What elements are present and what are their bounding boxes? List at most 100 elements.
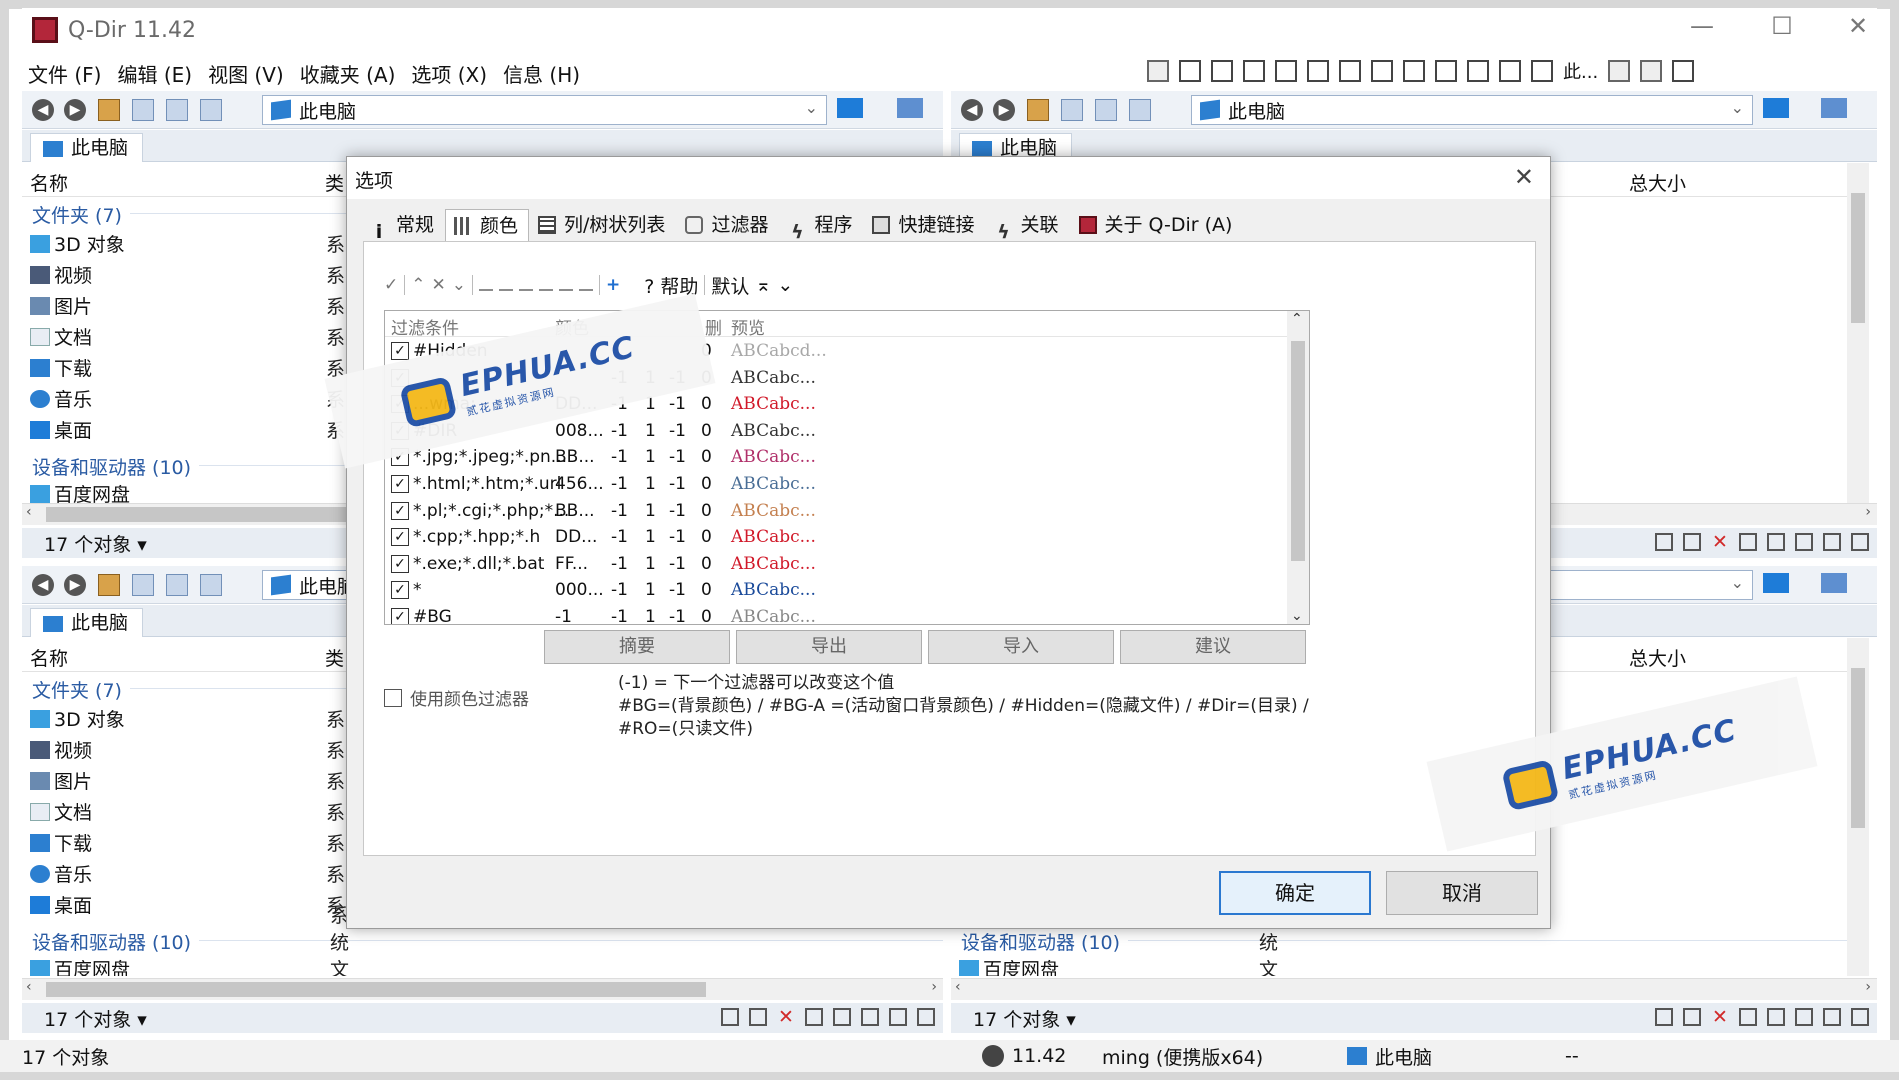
delete-icon[interactable]: ✕ <box>1711 1008 1729 1027</box>
table-row[interactable]: ✓ *.pl;*.cgi;*.php;*... BB... -1 1 -1 0 ABCabc.… <box>385 498 1290 525</box>
properties-icon[interactable] <box>1851 1008 1869 1026</box>
list-item[interactable]: 视频系 <box>30 737 345 762</box>
layout-2x2-icon[interactable] <box>1211 60 1233 82</box>
vertical-scrollbar[interactable] <box>1847 638 1869 976</box>
vertical-scrollbar[interactable] <box>1847 163 1869 503</box>
remove-icon[interactable]: ✕ <box>432 275 446 295</box>
tab-colors[interactable]: 颜色 <box>445 209 530 241</box>
delete-icon[interactable]: ✕ <box>777 1008 795 1027</box>
object-count[interactable]: 17 个对象 ▾ <box>44 1005 147 1032</box>
group-folders[interactable]: 文件夹 (7) <box>32 676 943 703</box>
check-icon[interactable]: ✓ <box>384 275 398 295</box>
import-button[interactable]: 导入 <box>928 630 1114 664</box>
sort-icon[interactable]: ⌅ ⌄ <box>755 274 793 296</box>
table-row[interactable]: ✓ *.exe;*.dll;*.bat FF... -1 1 -1 0 ABCabc... <box>385 551 1290 578</box>
bolt-icon[interactable] <box>1655 1008 1673 1026</box>
add-filter-icon[interactable]: + <box>606 275 620 295</box>
forward-icon[interactable]: ▶ <box>64 98 86 121</box>
row-checkbox[interactable]: ✓ <box>391 554 409 573</box>
table-row[interactable]: ✓ #BG -1 -1 1 -1 0 ABCabc... <box>385 604 1290 624</box>
menu-file[interactable]: 文件 (F) <box>28 59 101 88</box>
row-checkbox[interactable]: ✓ <box>391 475 409 493</box>
up-folder-icon[interactable] <box>98 573 120 596</box>
view-button[interactable] <box>837 98 863 118</box>
header-filter[interactable]: 过滤条件 <box>391 314 459 339</box>
row-checkbox[interactable]: ✓ <box>391 528 409 547</box>
font-icon[interactable] <box>579 279 593 291</box>
column-name[interactable]: 名称 <box>30 644 68 671</box>
view-mode-icon[interactable] <box>166 573 188 596</box>
group-drives[interactable]: 设备和驱动器 (10) <box>32 453 943 480</box>
group-folders[interactable]: 文件夹 (7) <box>32 201 943 228</box>
pc-button[interactable] <box>1821 573 1847 593</box>
tab-this-pc[interactable]: 此电脑 <box>30 133 144 162</box>
row-checkbox[interactable]: ✓ <box>391 581 409 600</box>
edit-icon[interactable] <box>1823 1008 1841 1026</box>
layout-11-icon[interactable] <box>1499 60 1521 82</box>
tab-programs[interactable]: ϟ 程序 <box>779 209 863 243</box>
this-pc-shortcut[interactable]: 此... <box>1563 58 1598 84</box>
mail-icon[interactable] <box>749 1008 767 1026</box>
export-button[interactable]: 导出 <box>736 630 922 664</box>
column-name[interactable]: 名称 <box>30 169 68 196</box>
menu-edit[interactable]: 编辑 (E) <box>117 59 192 88</box>
tab-columns[interactable]: 列/树状列表 <box>529 209 676 241</box>
layout-6-icon[interactable] <box>1339 60 1361 82</box>
tab-filter[interactable]: 过滤器 <box>676 209 779 241</box>
horizontal-scrollbar[interactable]: ‹› <box>22 978 943 1000</box>
window-icon[interactable] <box>1672 60 1695 82</box>
tools-icon[interactable] <box>1640 60 1663 82</box>
properties-icon[interactable] <box>917 1008 935 1026</box>
summary-button[interactable]: 摘要 <box>544 630 730 664</box>
color-picker-icon[interactable] <box>479 279 493 291</box>
back-icon[interactable]: ◀ <box>32 98 54 121</box>
column-type[interactable]: 类 <box>325 644 344 671</box>
forward-icon[interactable]: ▶ <box>64 573 86 596</box>
mail-icon[interactable] <box>1683 1008 1701 1026</box>
list-item[interactable]: 3D 对象系 <box>30 706 345 731</box>
strike-icon[interactable] <box>559 279 573 291</box>
address-bar[interactable]: 此电脑 ⌄ <box>262 95 827 125</box>
list-item[interactable]: 文档系 <box>30 799 345 824</box>
chevron-down-icon[interactable]: ⌄ <box>1731 573 1744 592</box>
chevron-down-icon[interactable]: ⌄ <box>1731 98 1744 117</box>
layout-9-icon[interactable] <box>1435 60 1457 82</box>
menu-view[interactable]: 视图 (V) <box>208 59 284 88</box>
list-item[interactable]: 百度网盘 <box>30 481 130 503</box>
list-item[interactable]: 下载系 <box>30 355 345 380</box>
list-item[interactable]: 下载系 <box>30 830 345 855</box>
back-icon[interactable]: ◀ <box>961 98 983 121</box>
pc-button[interactable] <box>897 98 923 118</box>
copy-icon[interactable] <box>833 1008 851 1026</box>
dialog-close-button[interactable]: ✕ <box>1514 163 1534 191</box>
edit-icon[interactable] <box>1823 533 1841 551</box>
layout-7-icon[interactable] <box>1371 60 1393 82</box>
bold-icon[interactable] <box>519 279 533 291</box>
column-total-size[interactable]: 总大小 <box>1629 644 1686 671</box>
horizontal-scrollbar[interactable]: ‹› <box>951 978 1877 1000</box>
up-folder-icon[interactable] <box>1027 98 1049 121</box>
refresh-icon[interactable] <box>200 98 222 121</box>
chevron-down-icon[interactable]: ⌄ <box>805 98 818 117</box>
star-icon[interactable] <box>1608 60 1631 82</box>
forward-icon[interactable]: ▶ <box>993 98 1015 121</box>
layout-4-icon[interactable] <box>1275 60 1297 82</box>
suggest-button[interactable]: 建议 <box>1120 630 1306 664</box>
view-button[interactable] <box>1763 573 1789 593</box>
edit-icon[interactable] <box>889 1008 907 1026</box>
layout-8-icon[interactable] <box>1403 60 1425 82</box>
group-drives[interactable]: 设备和驱动器 (10) <box>961 928 1855 955</box>
layout-grid-icon[interactable] <box>1179 60 1201 82</box>
cut-icon[interactable] <box>805 1008 823 1026</box>
mail-icon[interactable] <box>1683 533 1701 551</box>
folder-tree-icon[interactable] <box>132 573 154 596</box>
checkbox[interactable] <box>384 688 402 707</box>
globe-icon[interactable] <box>1147 60 1169 82</box>
list-item[interactable]: 图片系 <box>30 768 345 793</box>
layout-3-icon[interactable] <box>1243 60 1265 82</box>
column-total-size[interactable]: 总大小 <box>1629 169 1686 196</box>
view-mode-icon[interactable] <box>166 98 188 121</box>
tab-quicklinks[interactable]: 快捷链接 <box>863 209 985 241</box>
underline-icon[interactable] <box>539 279 553 291</box>
tab-general[interactable]: i 常规 <box>361 209 445 243</box>
